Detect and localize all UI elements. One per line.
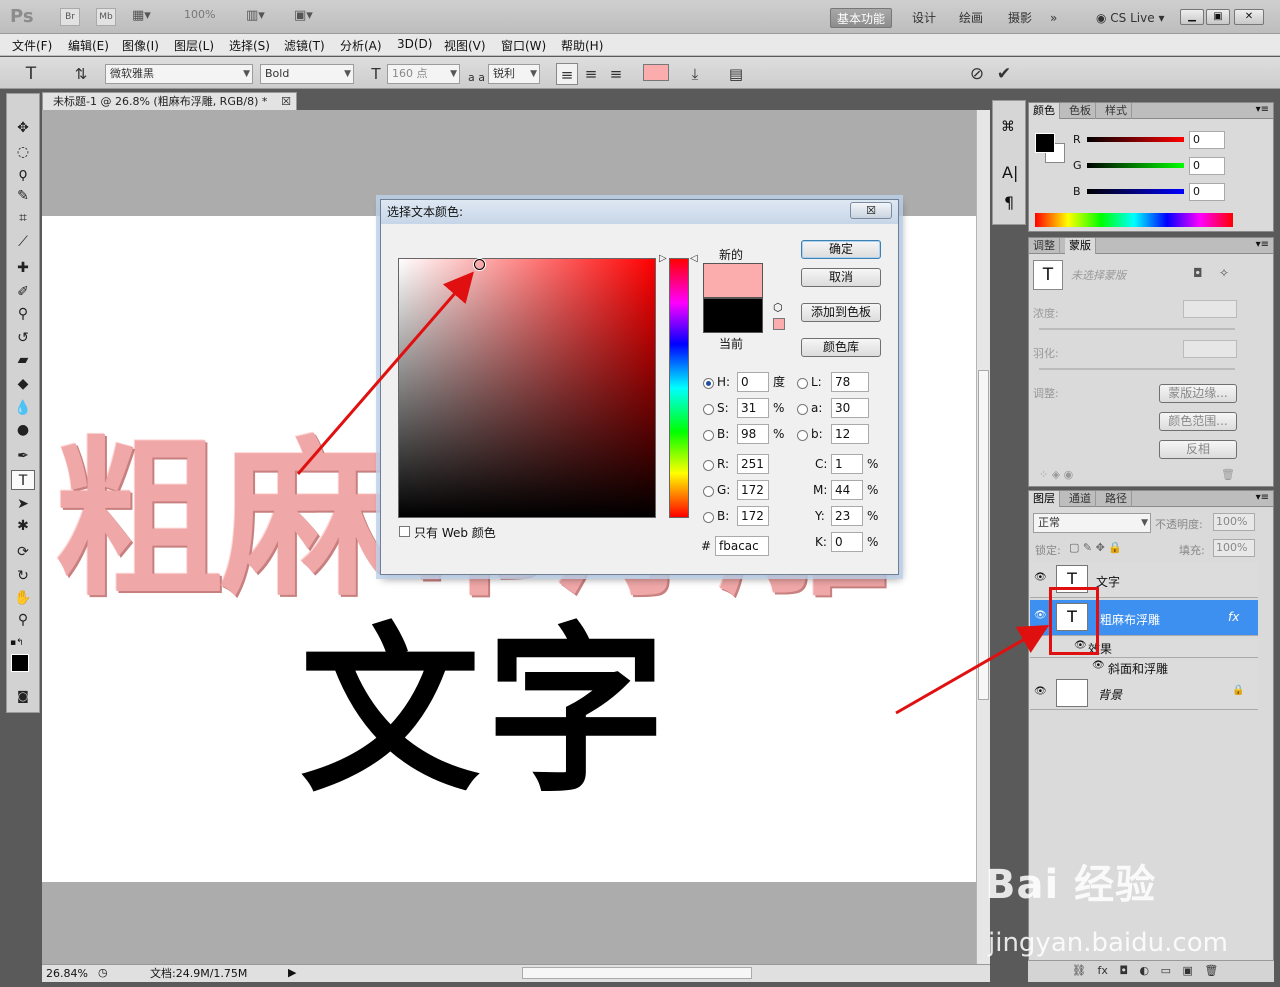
color-panel-foreground[interactable] [1035, 133, 1055, 153]
annotation-arrows [296, 271, 1050, 715]
arrow-to-color-field [296, 271, 474, 475]
baidu-watermark-url: jingyan.baidu.com [988, 928, 1228, 958]
baidu-watermark: Bai 经验 [985, 862, 1157, 908]
arrow-to-layer-thumbnail [895, 625, 1050, 715]
